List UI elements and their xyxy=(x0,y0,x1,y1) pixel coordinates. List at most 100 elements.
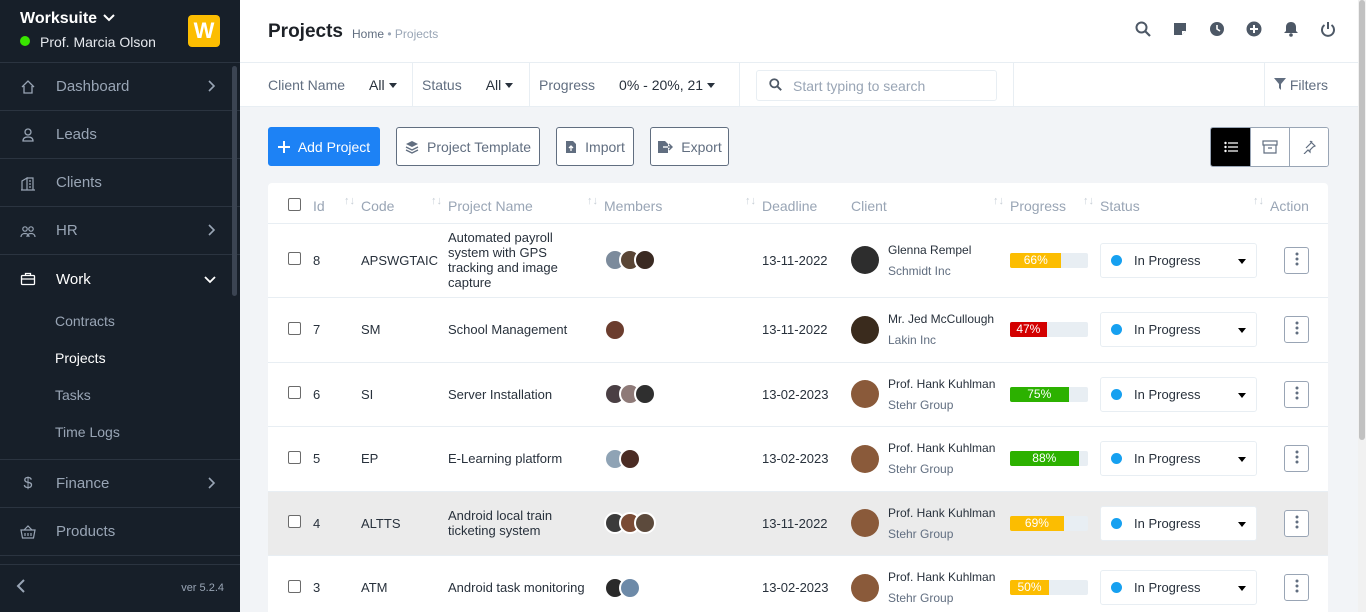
column-header-members[interactable]: Members ↑↓ xyxy=(604,183,762,224)
filters-button[interactable]: Filters xyxy=(1273,77,1328,93)
row-checkbox[interactable] xyxy=(288,252,301,265)
client-info[interactable]: Prof. Hank Kuhlman Stehr Group xyxy=(851,377,1010,412)
status-select[interactable]: In Progress xyxy=(1100,376,1257,412)
sidebar-item-hr[interactable]: HR xyxy=(0,207,240,255)
project-name-link[interactable]: Automated payroll system with GPS tracki… xyxy=(448,230,604,290)
project-name-link[interactable]: E-Learning platform xyxy=(448,451,604,466)
project-template-label: Project Template xyxy=(426,138,531,155)
column-header-client[interactable]: Client ↑↓ xyxy=(851,183,1010,224)
client-info[interactable]: Mr. Jed McCullough Lakin Inc xyxy=(851,312,1010,347)
status-select[interactable]: In Progress xyxy=(1100,312,1257,347)
row-checkbox[interactable] xyxy=(288,515,301,528)
sidebar-item-dashboard[interactable]: Dashboard xyxy=(0,63,240,111)
row-actions-button[interactable] xyxy=(1284,445,1309,472)
sticky-note-icon[interactable] xyxy=(1172,21,1188,37)
app-logo[interactable]: W xyxy=(188,15,220,47)
client-filter[interactable]: Client Name All xyxy=(240,63,412,107)
submenu-item-contracts[interactable]: Contracts xyxy=(55,303,240,340)
row-actions-button[interactable] xyxy=(1284,380,1309,408)
row-select-cell xyxy=(268,223,313,298)
sidebar-item-products[interactable]: Products xyxy=(0,508,240,556)
project-name-cell: Android task monitoring xyxy=(448,555,604,612)
power-icon[interactable] xyxy=(1320,21,1336,37)
member-avatar[interactable] xyxy=(619,447,641,470)
row-checkbox[interactable] xyxy=(288,321,301,335)
search-icon[interactable] xyxy=(1135,21,1151,37)
member-avatar[interactable] xyxy=(619,576,641,599)
row-checkbox[interactable] xyxy=(288,386,301,399)
column-header-status[interactable]: Status ↑↓ xyxy=(1100,183,1270,224)
add-project-button[interactable]: Add Project xyxy=(268,127,380,166)
import-button[interactable]: Import xyxy=(556,127,634,166)
project-name-link[interactable]: School Management xyxy=(448,322,604,337)
submenu-item-projects[interactable]: Projects xyxy=(55,340,240,377)
progress-filter-select[interactable]: 0% - 20%, 21 xyxy=(619,77,716,93)
member-avatar[interactable] xyxy=(634,383,656,405)
client-info[interactable]: Prof. Hank Kuhlman Stehr Group xyxy=(851,441,1010,476)
client-info[interactable]: Prof. Hank Kuhlman Stehr Group xyxy=(851,570,1010,605)
page-scrollbar-thumb[interactable] xyxy=(1359,0,1365,440)
submenu-item-tasks[interactable]: Tasks xyxy=(55,377,240,414)
project-template-button[interactable]: Project Template xyxy=(396,127,540,166)
sidebar-item-work[interactable]: Work xyxy=(0,255,240,303)
app-name[interactable]: Worksuite xyxy=(20,10,115,28)
status-select[interactable]: In Progress xyxy=(1100,570,1257,605)
column-header-progress[interactable]: Progress ↑↓ xyxy=(1010,183,1100,224)
table-row[interactable]: 6 SI Server Installation 13-02-2023 Prof… xyxy=(268,362,1328,427)
project-name-link[interactable]: Android local train ticketing system xyxy=(448,508,604,538)
sidebar-scrollbar[interactable] xyxy=(232,66,237,296)
archive-icon[interactable] xyxy=(1250,128,1289,166)
column-header-code[interactable]: Code ↑↓ xyxy=(361,183,448,224)
status-filter[interactable]: Status All xyxy=(412,63,529,107)
project-name-link[interactable]: Server Installation xyxy=(448,387,604,402)
search-input[interactable] xyxy=(793,77,993,94)
column-header-deadline[interactable]: Deadline xyxy=(762,183,851,224)
caret-down-icon xyxy=(1238,457,1246,462)
client-info[interactable]: Glenna Rempel Schmidt Inc xyxy=(851,243,1010,278)
add-circle-icon[interactable] xyxy=(1246,21,1262,37)
sidebar-item-finance[interactable]: $ Finance xyxy=(0,460,240,508)
table-row[interactable]: 4 ALTTS Android local train ticketing sy… xyxy=(268,491,1328,556)
bell-icon[interactable] xyxy=(1283,21,1299,37)
table-row[interactable]: 5 EP E-Learning platform 13-02-2023 Prof… xyxy=(268,426,1328,492)
status-select[interactable]: In Progress xyxy=(1100,505,1257,541)
brand-header[interactable]: Worksuite Prof. Marcia Olson W xyxy=(0,0,240,63)
select-all-checkbox[interactable] xyxy=(288,197,301,211)
table-row[interactable]: 3 ATM Android task monitoring 13-02-2023… xyxy=(268,555,1328,612)
member-avatar[interactable] xyxy=(604,318,626,341)
sidebar-item-leads[interactable]: Leads xyxy=(0,111,240,159)
sidebar-item-clients[interactable]: Clients xyxy=(0,159,240,207)
progress-filter[interactable]: Progress 0% - 20%, 21 xyxy=(529,63,739,107)
client-filter-select[interactable]: All xyxy=(369,77,397,93)
divider xyxy=(412,63,413,107)
submenu-item-time-logs[interactable]: Time Logs xyxy=(55,414,240,451)
export-button[interactable]: Export xyxy=(650,127,729,166)
status-filter-value: All xyxy=(485,76,502,93)
column-header-project-name[interactable]: Project Name ↑↓ xyxy=(448,183,604,224)
row-checkbox[interactable] xyxy=(288,579,301,593)
row-checkbox[interactable] xyxy=(288,450,301,464)
row-actions-button[interactable] xyxy=(1284,509,1309,537)
status-select[interactable]: In Progress xyxy=(1100,441,1257,476)
status-filter-select[interactable]: All xyxy=(486,77,514,93)
list-view-icon[interactable] xyxy=(1211,128,1250,166)
client-info[interactable]: Prof. Hank Kuhlman Stehr Group xyxy=(851,506,1010,541)
table-row[interactable]: 7 SM School Management 13-11-2022 Mr. Je… xyxy=(268,297,1328,363)
top-bar: Projects Home • Projects xyxy=(240,0,1358,63)
breadcrumb-home[interactable]: Home xyxy=(352,27,384,41)
page-scrollbar[interactable] xyxy=(1358,0,1366,612)
member-avatar[interactable] xyxy=(634,249,656,271)
pin-icon[interactable] xyxy=(1289,128,1328,166)
status-select[interactable]: In Progress xyxy=(1100,242,1257,278)
table-row[interactable]: 8 APSWGTAIC Automated payroll system wit… xyxy=(268,223,1328,298)
row-actions-button[interactable] xyxy=(1284,246,1309,274)
deadline-cell: 13-11-2022 xyxy=(762,491,851,556)
clock-icon[interactable] xyxy=(1209,21,1225,37)
member-avatar[interactable] xyxy=(634,512,656,534)
row-actions-button[interactable] xyxy=(1284,574,1309,601)
project-name-link[interactable]: Android task monitoring xyxy=(448,580,604,595)
row-actions-button[interactable] xyxy=(1284,316,1309,343)
collapse-sidebar-icon[interactable] xyxy=(16,579,26,598)
column-header-id[interactable]: Id ↑↓ xyxy=(313,183,361,224)
client-filter-label: Client Name xyxy=(268,76,346,93)
